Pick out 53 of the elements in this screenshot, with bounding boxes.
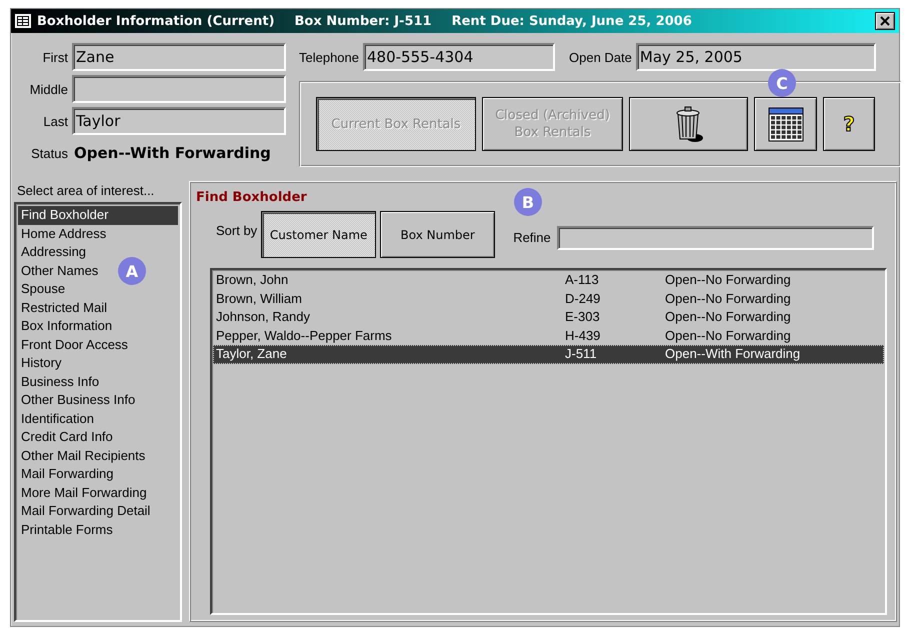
- refine-label: Refine: [513, 230, 551, 245]
- area-item[interactable]: Credit Card Info: [18, 428, 113, 446]
- area-item[interactable]: Restricted Mail: [18, 298, 107, 317]
- area-item[interactable]: Identification: [18, 410, 94, 428]
- list-row[interactable]: Brown, William D-249 Open--No Forwarding: [213, 290, 884, 308]
- close-button[interactable]: [875, 12, 895, 30]
- close-icon: [880, 16, 890, 26]
- text-field[interactable]: Taylor: [72, 107, 286, 135]
- area-item[interactable]: Find Boxholder: [18, 206, 178, 224]
- area-item[interactable]: Other Mail Recipients: [18, 446, 146, 465]
- field-label: Last: [42, 114, 68, 128]
- area-item[interactable]: More Mail Forwarding: [18, 484, 147, 502]
- field-label: Middle: [28, 82, 68, 96]
- sidebar-heading: Select area of interest...: [16, 182, 156, 200]
- area-item[interactable]: Home Address: [18, 224, 106, 243]
- sort-button[interactable]: Box Number: [380, 211, 496, 258]
- area-item[interactable]: Business Info: [18, 372, 100, 391]
- area-item[interactable]: Front Door Access: [18, 336, 128, 354]
- calendar-button[interactable]: [754, 97, 817, 151]
- area-item[interactable]: History: [18, 354, 62, 372]
- field-label: First: [42, 50, 68, 64]
- field-label: Telephone: [299, 50, 359, 64]
- status-value: Open--With Forwarding: [74, 144, 271, 162]
- area-item[interactable]: Printable Forms: [18, 520, 113, 539]
- area-item[interactable]: Other Names: [18, 262, 98, 280]
- sort-button[interactable]: Customer Name: [261, 211, 376, 258]
- form-icon: [15, 14, 31, 28]
- callout-badge: C: [768, 69, 796, 97]
- date-field[interactable]: May 25, 2005: [636, 43, 876, 71]
- telephone-field[interactable]: 480-555-4304: [363, 43, 555, 71]
- area-item[interactable]: Mail Forwarding Detail: [18, 502, 150, 520]
- area-item[interactable]: Spouse: [18, 280, 66, 298]
- field-label: Status: [30, 146, 68, 160]
- calendar-icon: [768, 106, 804, 142]
- text-field[interactable]: Zane: [72, 43, 286, 71]
- sort-label: Sort by: [216, 223, 258, 238]
- text-field[interactable]: [72, 75, 286, 103]
- area-item[interactable]: Other Business Info: [18, 391, 136, 410]
- list-row[interactable]: Brown, John A-113 Open--No Forwarding: [213, 271, 884, 290]
- box-number-text: Box Number: J-511: [294, 14, 432, 28]
- callout-badge: B: [514, 188, 542, 216]
- list-row[interactable]: Pepper, Waldo--Pepper Farms H-439 Open--No Forwarding: [213, 326, 884, 345]
- area-item[interactable]: Box Information: [18, 317, 112, 336]
- window-title: Boxholder Information (Current): [37, 14, 275, 28]
- list-row[interactable]: Taylor, Zane J-511 Open--With Forwarding: [213, 345, 884, 364]
- area-item[interactable]: Addressing: [18, 243, 86, 262]
- field-label: Open Date: [569, 50, 632, 64]
- section-title: Find Boxholder: [196, 190, 307, 205]
- refine-field[interactable]: [556, 226, 874, 250]
- rent-due-text: Rent Due: Sunday, June 25, 2006: [452, 14, 692, 28]
- list-row[interactable]: Johnson, Randy E-303 Open--No Forwarding: [213, 308, 884, 326]
- delete-button[interactable]: [629, 97, 748, 151]
- area-item[interactable]: Mail Forwarding: [18, 465, 114, 484]
